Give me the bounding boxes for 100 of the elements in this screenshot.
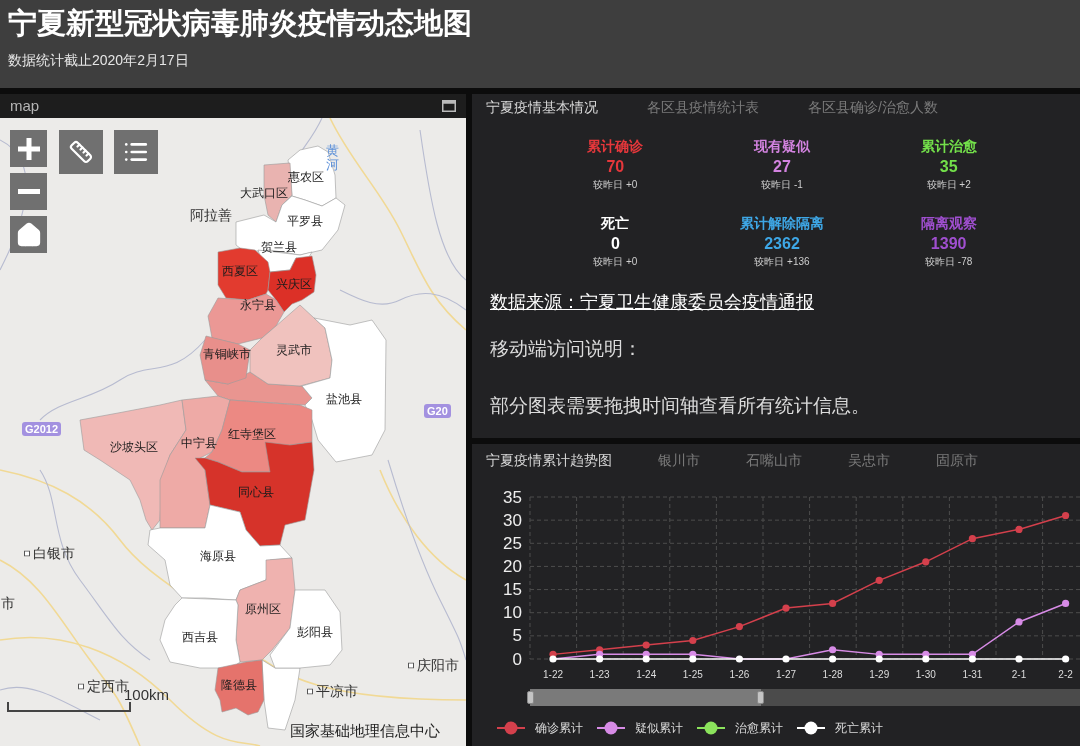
data-source-link[interactable]: 数据来源：宁夏卫生健康委员会疫情通报 [490, 290, 814, 314]
stat-label: 累计治愈 [920, 137, 977, 155]
x-axis-label: 1-22 [543, 668, 563, 680]
river-label: 黄河 [326, 144, 339, 173]
region-label: 海原县 [200, 549, 236, 563]
region-label: 贺兰县 [261, 240, 297, 254]
region-label: 平罗县 [287, 214, 323, 228]
tab[interactable]: 宁夏疫情累计趋势图 [486, 451, 612, 469]
maximize-icon[interactable] [442, 100, 456, 112]
legend-label: 确诊累计 [535, 720, 583, 736]
minus-icon [17, 189, 40, 194]
note-text: 部分图表需要拖拽时间轴查看所有统计信息。 [490, 394, 870, 418]
tab[interactable]: 宁夏疫情基本情况 [486, 98, 598, 116]
x-axis-label: 1-31 [962, 668, 983, 680]
stat-change: 较昨日 +0 [593, 255, 638, 269]
stat-value: 0 [610, 234, 620, 254]
stat-value: 1390 [930, 234, 967, 254]
panel-title: map [10, 97, 40, 115]
ruler-button[interactable] [59, 130, 103, 174]
data-point [1062, 511, 1070, 520]
data-point [1015, 618, 1023, 626]
y-axis-label: 35 [503, 487, 522, 507]
list-button[interactable] [114, 130, 158, 174]
x-axis-label: 1-26 [729, 668, 750, 680]
y-axis-label: 10 [503, 603, 522, 623]
time-range-slider[interactable] [530, 689, 1080, 706]
highway-shield: G20 [424, 404, 451, 418]
data-point [689, 636, 697, 645]
region-label: 惠农区 [288, 170, 324, 184]
x-axis-label: 1-23 [589, 668, 610, 680]
region-label: 彭阳县 [297, 625, 333, 639]
x-axis-label: 2-1 [1011, 668, 1027, 680]
x-axis-label: 1-28 [822, 668, 843, 680]
data-point [922, 558, 930, 566]
handle-icon[interactable] [527, 691, 534, 704]
tab[interactable]: 石嘴山市 [746, 451, 802, 469]
handle-icon[interactable] [757, 691, 764, 704]
region-label: 中宁县 [181, 436, 217, 450]
stat-change: 较昨日 -1 [761, 178, 803, 192]
page-title: 宁夏新型冠状病毒肺炎疫情动态地图 [8, 6, 473, 41]
region-label: 大武口区 [240, 186, 288, 200]
x-axis-label: 1-27 [776, 668, 796, 680]
data-point [735, 655, 743, 663]
stat-label: 隔离观察 [920, 214, 977, 232]
y-axis-label: 15 [503, 580, 522, 600]
data-point [1015, 525, 1023, 533]
region-label: 灵武市 [276, 343, 312, 357]
city-marker-icon [24, 550, 30, 556]
place-label: 平凉市 [316, 682, 358, 700]
tab[interactable]: 固原市 [936, 451, 978, 469]
x-axis-label: 1-29 [869, 668, 890, 680]
page-subtitle: 数据统计截止2020年2月17日 [8, 51, 190, 70]
region-label: 隆德县 [221, 678, 257, 692]
stat-change: 较昨日 -78 [925, 255, 973, 269]
data-point [1015, 655, 1023, 663]
x-axis-label: 2-2 [1058, 668, 1073, 680]
y-axis-label: 5 [512, 626, 522, 646]
stat-value: 35 [939, 157, 958, 177]
tab[interactable]: 吴忠市 [848, 451, 890, 469]
city-marker-icon [307, 688, 313, 694]
tab[interactable]: 银川市 [658, 451, 700, 469]
place-label: 市 [1, 594, 15, 612]
tab[interactable]: 各区县疫情统计表 [647, 98, 759, 116]
data-point [968, 535, 976, 543]
city-marker-icon [78, 683, 84, 689]
data-point [875, 576, 883, 584]
region-label: 同心县 [238, 485, 274, 499]
stat-label: 死亡 [601, 214, 630, 232]
zoom-in-button[interactable] [10, 130, 47, 167]
region-label: 西吉县 [182, 630, 218, 644]
region-label: 兴庆区 [276, 277, 312, 291]
stat-change: 较昨日 +2 [926, 178, 971, 192]
tab[interactable]: 各区县确诊/治愈人数 [808, 98, 938, 116]
y-axis-label: 0 [512, 649, 522, 669]
y-axis-label: 20 [503, 556, 522, 576]
legend-label: 死亡累计 [835, 720, 883, 736]
stat-value: 2362 [764, 234, 800, 254]
stat-value: 27 [773, 157, 791, 177]
region-label: 盐池县 [326, 392, 362, 406]
data-point [782, 604, 790, 612]
x-axis-label: 1-24 [636, 668, 657, 680]
data-point [735, 623, 743, 631]
stat-label: 累计解除隔离 [740, 214, 824, 232]
zoom-out-button[interactable] [10, 173, 47, 210]
y-axis-label: 25 [503, 533, 522, 553]
x-axis-label: 1-30 [915, 668, 936, 680]
stat-change: 较昨日 +136 [754, 255, 810, 269]
y-axis-label: 30 [503, 510, 522, 530]
region-label: 永宁县 [240, 298, 276, 312]
plus-icon [17, 137, 40, 160]
data-point [1062, 655, 1070, 663]
data-point [1062, 599, 1070, 608]
note-text: 移动端访问说明： [490, 337, 642, 361]
region-label: 原州区 [245, 602, 281, 616]
home-button[interactable] [10, 216, 47, 253]
region-label: 沙坡头区 [110, 440, 158, 454]
x-axis-label: 1-25 [682, 668, 703, 680]
data-point [782, 655, 790, 663]
place-label: 阿拉善 [190, 206, 232, 224]
region-label: 青铜峡市 [203, 347, 251, 361]
